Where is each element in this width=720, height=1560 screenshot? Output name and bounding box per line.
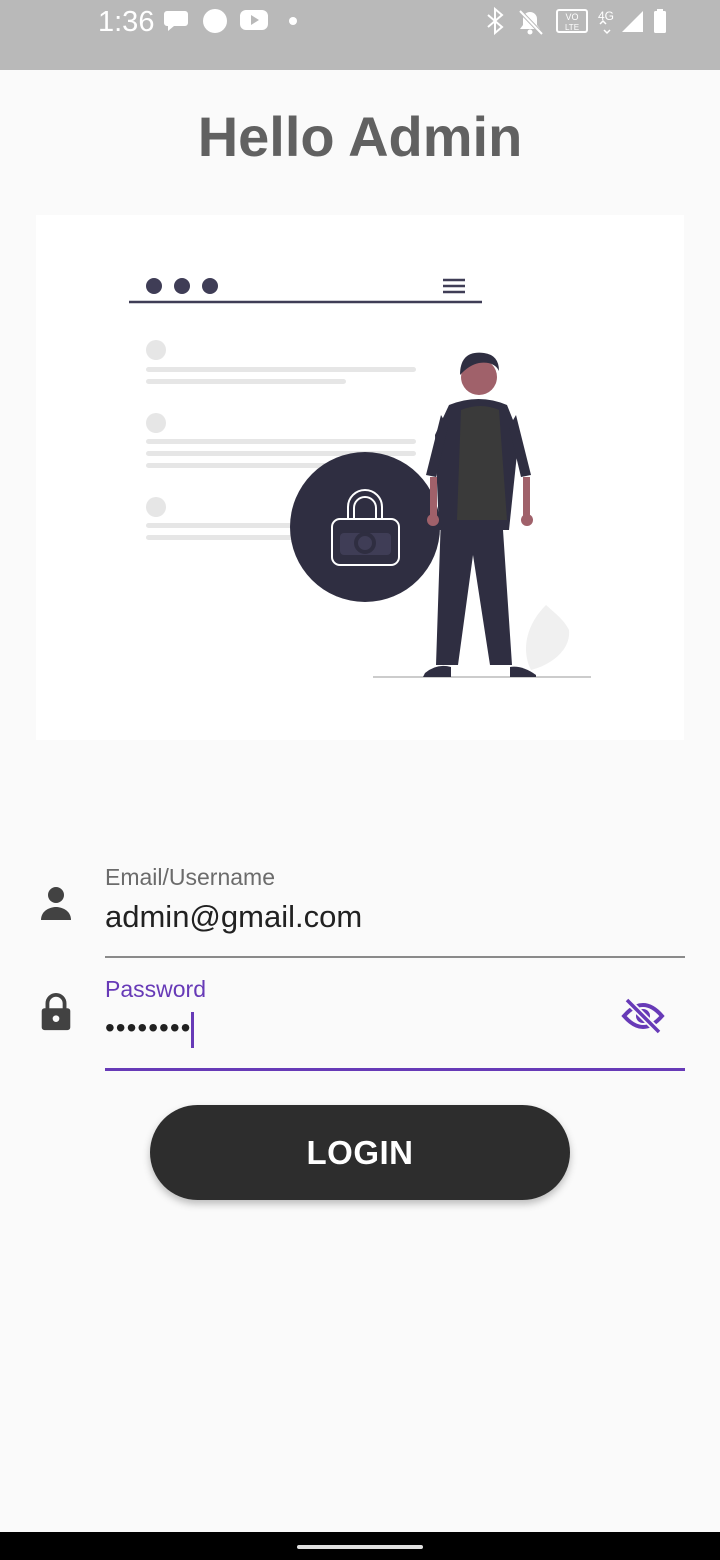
email-label: Email/Username <box>105 864 275 890</box>
password-underline <box>105 1068 685 1071</box>
dot-icon <box>289 17 297 25</box>
chat-bubble-icon <box>164 11 188 31</box>
status-left-icons <box>164 9 297 33</box>
youtube-icon <box>240 10 268 30</box>
svg-text:4G: 4G <box>598 9 614 23</box>
home-gesture-pill[interactable] <box>297 1545 423 1549</box>
visibility-off-icon[interactable] <box>621 994 665 1038</box>
lock-icon <box>41 992 71 1031</box>
login-button[interactable]: LOGIN <box>150 1105 570 1200</box>
password-input[interactable]: •••••••• <box>105 1012 605 1044</box>
plant <box>526 605 570 670</box>
page-title: Hello Admin <box>197 105 523 168</box>
4g-icon: 4G <box>598 9 614 35</box>
browser-dot <box>146 278 162 294</box>
circle-notification-icon <box>203 9 227 33</box>
secure-login-illustration <box>36 215 684 740</box>
browser-dot <box>202 278 218 294</box>
system-nav-bar <box>0 1532 720 1560</box>
browser-dot <box>174 278 190 294</box>
status-time: 1:36 <box>98 6 155 38</box>
email-field-container: Email/Username <box>0 860 720 960</box>
volte-icon: VO LTE <box>556 9 588 33</box>
bluetooth-icon <box>487 6 504 36</box>
password-field-container: Password •••••••• <box>0 972 720 1072</box>
battery-icon <box>654 9 666 33</box>
menu-icon <box>443 278 465 294</box>
svg-text:LTE: LTE <box>565 23 579 32</box>
status-bar: 1:36 VO LTE 4G <box>0 0 720 70</box>
person-icon <box>41 887 71 920</box>
lock-circle <box>290 452 440 602</box>
person-figure <box>423 352 536 677</box>
password-label: Password <box>105 976 206 1002</box>
email-underline <box>105 956 685 958</box>
status-right-icons: VO LTE 4G <box>487 6 666 36</box>
signal-icon <box>622 11 643 32</box>
svg-text:VO: VO <box>565 12 578 22</box>
email-input[interactable] <box>105 899 605 935</box>
text-caret <box>191 1012 194 1048</box>
bell-off-icon <box>518 9 544 36</box>
